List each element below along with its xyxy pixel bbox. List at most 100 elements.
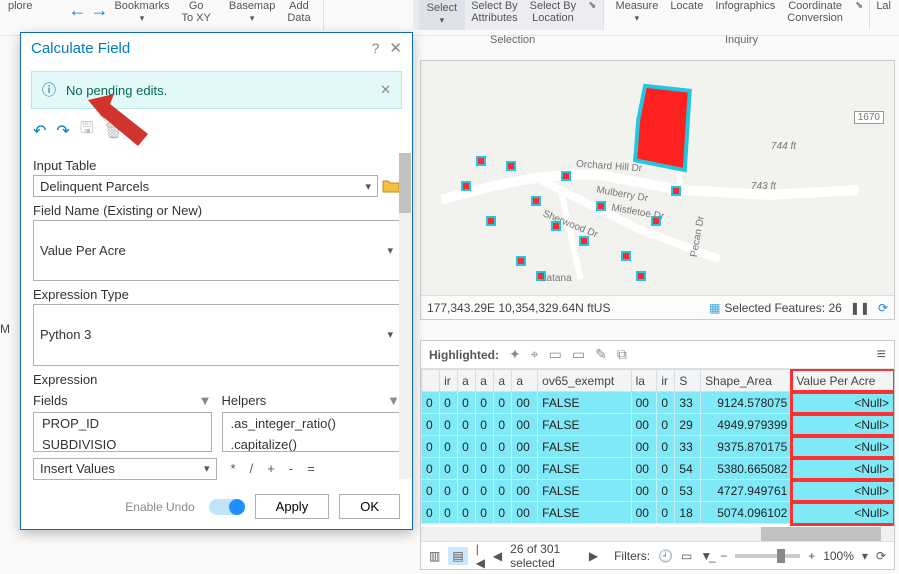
table-row[interactable]: 0000000FALSE000534727.949761<Null> xyxy=(422,480,894,502)
column-header[interactable] xyxy=(422,370,440,392)
table-cell[interactable]: 0 xyxy=(476,502,494,524)
fields-filter-icon[interactable]: ▼ xyxy=(199,393,212,408)
table-cell[interactable]: 0 xyxy=(476,414,494,436)
table-cell[interactable]: 0 xyxy=(476,480,494,502)
table-cell[interactable]: 00 xyxy=(631,480,657,502)
table-cell[interactable]: <Null> xyxy=(792,502,894,524)
table-cell[interactable]: 0 xyxy=(440,480,458,502)
table-cell[interactable]: 0 xyxy=(494,458,512,480)
table-cell[interactable]: 0 xyxy=(494,414,512,436)
table-cell[interactable]: 00 xyxy=(631,436,657,458)
parcel-marker[interactable] xyxy=(461,181,471,191)
table-cell[interactable]: <Null> xyxy=(792,436,894,458)
next-record-icon[interactable]: ▶ xyxy=(589,549,598,563)
table-cell[interactable]: 0 xyxy=(422,414,440,436)
fields-list-item[interactable]: SUBDIVISIO xyxy=(34,434,211,452)
info-close-icon[interactable]: ✕ xyxy=(380,82,391,98)
selected-features-readout[interactable]: ▦ Selected Features: 26 xyxy=(709,301,842,315)
fields-list-item[interactable]: PROP_ID xyxy=(34,413,211,434)
column-header[interactable]: la xyxy=(631,370,657,392)
go-to-xy-button[interactable]: Go To XY xyxy=(176,0,217,30)
dialog-scrollbar[interactable] xyxy=(399,153,411,479)
prev-record-icon[interactable]: ◀ xyxy=(493,549,502,563)
table-cell[interactable]: FALSE xyxy=(538,480,631,502)
table-cell[interactable]: 00 xyxy=(512,436,538,458)
zoom-in-icon[interactable]: + xyxy=(808,549,815,563)
parcel-marker[interactable] xyxy=(531,196,541,206)
enable-undo-toggle[interactable] xyxy=(209,499,245,515)
refresh-table-icon[interactable]: ⟳ xyxy=(876,549,886,563)
table-cell[interactable]: 00 xyxy=(631,502,657,524)
table-cell[interactable]: 18 xyxy=(675,502,701,524)
edit-row-icon[interactable]: ✎ xyxy=(595,346,607,363)
table-cell[interactable]: 0 xyxy=(476,436,494,458)
table-cell[interactable]: 9375.870175 xyxy=(701,436,792,458)
filter-query-icon[interactable]: ▼̲ xyxy=(700,549,712,563)
table-cell[interactable]: 4949.979399 xyxy=(701,414,792,436)
expression-type-dropdown[interactable]: Python 3 xyxy=(33,304,400,365)
bookmarks-button[interactable]: Bookmarks▾ xyxy=(108,0,175,30)
column-header[interactable]: a xyxy=(458,370,476,392)
table-cell[interactable]: 5380.665082 xyxy=(701,458,792,480)
table-cell[interactable]: <Null> xyxy=(792,458,894,480)
table-cell[interactable]: 0 xyxy=(422,480,440,502)
table-cell[interactable]: 0 xyxy=(440,392,458,414)
table-cell[interactable]: 0 xyxy=(476,458,494,480)
table-cell[interactable]: 0 xyxy=(494,436,512,458)
table-cell[interactable]: 0 xyxy=(422,502,440,524)
helpers-listbox[interactable]: .as_integer_ratio().capitalize().center(… xyxy=(222,412,401,452)
select-by-location-button[interactable]: Select By Location xyxy=(524,0,582,30)
table-cell[interactable]: 54 xyxy=(675,458,701,480)
redo-icon[interactable]: ↷ xyxy=(56,121,69,141)
table-cell[interactable]: 0 xyxy=(494,480,512,502)
undo-icon[interactable]: ↶ xyxy=(33,121,46,141)
table-cell[interactable]: 0 xyxy=(458,502,476,524)
table-cell[interactable]: 0 xyxy=(494,392,512,414)
table-cell[interactable]: <Null> xyxy=(792,480,894,502)
table-cell[interactable]: FALSE xyxy=(538,502,631,524)
map-view[interactable]: Orchard Hill Dr Mulberry Dr Mistletoe Dr… xyxy=(420,60,895,320)
table-cell[interactable]: 0 xyxy=(458,436,476,458)
first-record-icon[interactable]: |◀ xyxy=(476,542,485,570)
operator-button[interactable]: = xyxy=(307,461,315,476)
table-cell[interactable]: 0 xyxy=(440,502,458,524)
table-cell[interactable]: 0 xyxy=(458,480,476,502)
view-selected-icon[interactable]: ▤ xyxy=(448,547,467,565)
unselect-icon[interactable]: ▭ xyxy=(572,346,585,363)
reselect-icon[interactable]: ▭ xyxy=(549,346,562,363)
locate-button[interactable]: Locate xyxy=(664,0,709,30)
explore-button[interactable]: plore xyxy=(2,0,38,30)
table-row[interactable]: 0000000FALSE000339375.870175<Null> xyxy=(422,436,894,458)
table-row[interactable]: 0000000FALSE000185074.096102<Null> xyxy=(422,502,894,524)
table-cell[interactable]: FALSE xyxy=(538,436,631,458)
table-cell[interactable]: 0 xyxy=(657,436,675,458)
column-header[interactable]: a xyxy=(494,370,512,392)
table-cell[interactable]: 0 xyxy=(657,458,675,480)
helpers-list-item[interactable]: .capitalize() xyxy=(223,434,400,452)
table-cell[interactable]: 0 xyxy=(422,436,440,458)
insert-values-dropdown[interactable]: Insert Values xyxy=(33,458,217,480)
table-cell[interactable]: 0 xyxy=(458,458,476,480)
parcel-marker[interactable] xyxy=(486,216,496,226)
table-cell[interactable]: 53 xyxy=(675,480,701,502)
table-cell[interactable]: 0 xyxy=(657,392,675,414)
table-row[interactable]: 0000000FALSE000339124.578075<Null> xyxy=(422,392,894,414)
labeling-button[interactable]: Lal xyxy=(870,0,897,30)
column-header[interactable]: ov65_exempt xyxy=(538,370,631,392)
ok-button[interactable]: OK xyxy=(339,494,400,519)
table-cell[interactable]: <Null> xyxy=(792,392,894,414)
table-cell[interactable]: 0 xyxy=(458,414,476,436)
zoom-slider[interactable] xyxy=(735,554,800,558)
table-cell[interactable]: <Null> xyxy=(792,414,894,436)
column-header[interactable]: a xyxy=(476,370,494,392)
table-cell[interactable]: 33 xyxy=(675,436,701,458)
table-cell[interactable]: 00 xyxy=(512,480,538,502)
parcel-marker[interactable] xyxy=(506,161,516,171)
column-header[interactable]: Value Per Acre xyxy=(792,370,894,392)
parcel-marker[interactable] xyxy=(621,251,631,261)
table-cell[interactable]: 0 xyxy=(657,480,675,502)
parcel-marker[interactable] xyxy=(561,171,571,181)
copy-icon[interactable]: ⧉ xyxy=(617,346,627,363)
helpers-list-item[interactable]: .as_integer_ratio() xyxy=(223,413,400,434)
filter-time-icon[interactable]: 🕘 xyxy=(658,549,673,563)
